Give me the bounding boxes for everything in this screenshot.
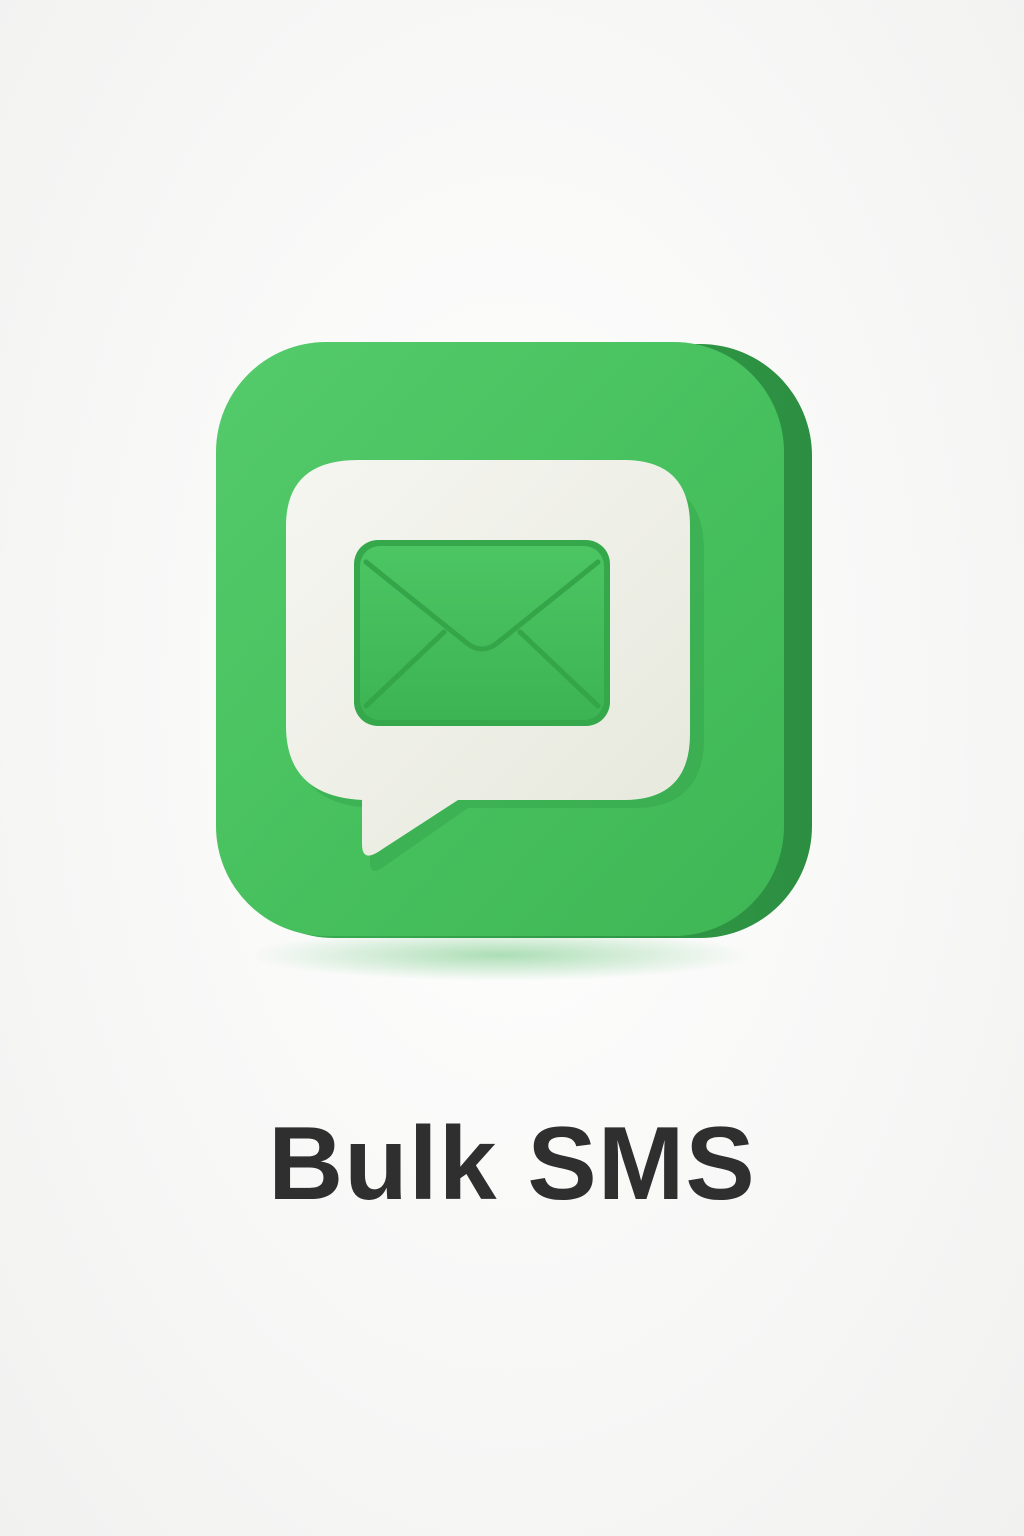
app-title: Bulk SMS	[268, 1106, 756, 1222]
envelope-icon	[354, 540, 610, 726]
chat-bubble-envelope-icon	[216, 342, 812, 981]
bulk-sms-app-icon[interactable]	[200, 330, 830, 990]
